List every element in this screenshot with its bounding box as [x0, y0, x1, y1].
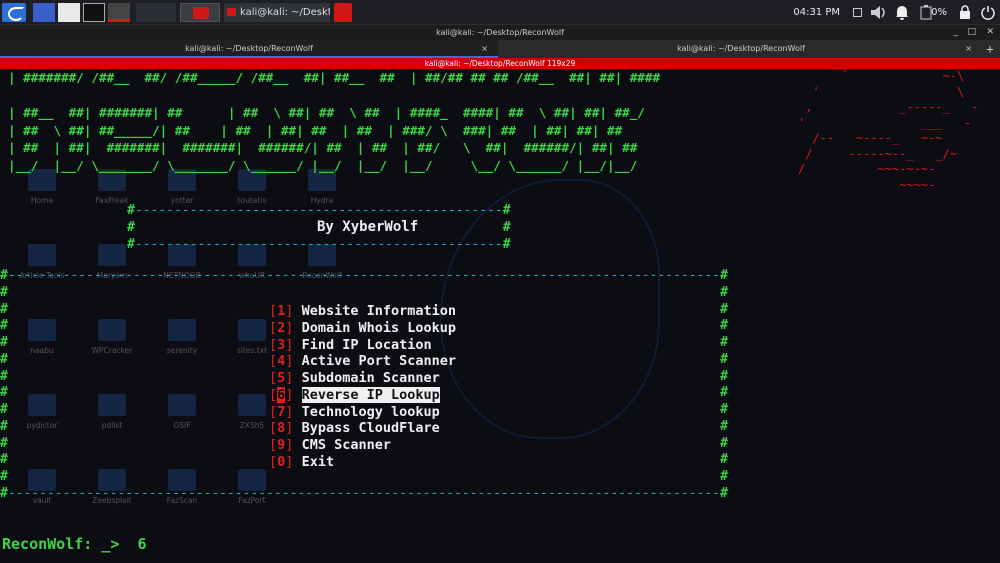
reconwolf-ascii-banner: | #######/ /##__ ##/ /##_____/ /##__ ##|… — [8, 70, 661, 173]
tab-2[interactable]: kali@kali: ~/Desktop/ReconWolf × — [500, 40, 982, 58]
show-desktop-icon[interactable] — [33, 3, 55, 22]
maximize-button[interactable]: □ — [967, 25, 976, 40]
menu-box-side: # # — [0, 284, 728, 300]
tab-1[interactable]: kali@kali: ~/Desktop/ReconWolf × — [0, 40, 498, 58]
new-tab-button[interactable]: + — [982, 40, 998, 58]
menu-item-number: [5] — [269, 370, 294, 386]
menu-item-number: [3] — [269, 336, 294, 353]
command-prompt[interactable]: ReconWolf: _> 6 — [2, 535, 147, 553]
menu-item-number: [9] — [269, 437, 294, 453]
menu-item-subdomain-scanner[interactable]: [5] Subdomain Scanner — [269, 370, 456, 387]
menu-item-number: [6] — [269, 386, 294, 403]
menu-item-label: CMS Scanner — [301, 437, 391, 453]
menu-item-website-information[interactable]: [1] Website Information — [269, 303, 456, 320]
menu-item-technology-lookup[interactable]: [7] Technology lookup — [269, 404, 456, 421]
lock-screen-icon[interactable] — [958, 5, 972, 20]
folder-icon — [28, 244, 56, 266]
menu-box-side: # # — [0, 469, 728, 484]
tab-label: kali@kali: ~/Desktop/ReconWolf — [185, 44, 313, 53]
desktop-icon-label: Home — [30, 196, 54, 205]
desktop-icon-faxfreak[interactable]: FaxFreak — [82, 169, 142, 205]
kali-menu-icon[interactable] — [2, 3, 26, 22]
window-list-icon[interactable] — [853, 8, 862, 17]
menu-item-label: Bypass CloudFlare — [301, 420, 440, 437]
menu-box-bottom: #---------------------------------------… — [0, 485, 728, 501]
desktop-icon-yotter[interactable]: yotter — [152, 169, 212, 205]
power-icon[interactable] — [981, 5, 995, 20]
menu-item-domain-whois-lookup[interactable]: [2] Domain Whois Lookup — [269, 320, 456, 337]
tab-close-icon[interactable]: × — [481, 40, 488, 58]
menu-item-label: Domain Whois Lookup — [301, 319, 456, 336]
menu-item-number: [1] — [269, 303, 294, 319]
folder-icon — [98, 244, 126, 266]
desktop-icon-label: FaxFreak — [95, 196, 129, 205]
menu-item-number: [8] — [269, 420, 294, 437]
menu-item-label: Find IP Location — [301, 336, 432, 353]
desktop-icon-toutatis[interactable]: toutatis — [222, 169, 282, 205]
desktop-icon-home[interactable]: Home — [12, 169, 72, 205]
tab-close-icon[interactable]: × — [965, 40, 972, 58]
wolf-ascii-art: ¯ ~-\ ' \ , _-----_ - ' ___ - /-- ~----_… — [798, 69, 979, 192]
workspace-2[interactable] — [180, 3, 220, 22]
window-thumbnail-icon — [193, 7, 209, 19]
menu-item-label: Active Port Scanner — [301, 353, 456, 370]
prompt-input[interactable]: 6 — [137, 535, 146, 553]
tab-bar: kali@kali: ~/Desktop/ReconWolf × kali@ka… — [0, 40, 1000, 58]
file-manager-icon[interactable] — [58, 3, 80, 22]
workspace-1[interactable] — [136, 3, 176, 22]
top-panel: kali@kali: ~/Desktop/Re... 04:31 PM 0% — [0, 0, 1000, 25]
menu-item-label: Subdomain Scanner — [301, 370, 440, 386]
menu-item-number: [0] — [269, 453, 294, 470]
taskbar-app-icon[interactable] — [334, 3, 352, 22]
clock[interactable]: 04:31 PM — [793, 0, 840, 25]
author-credit: By XyberWolf — [317, 219, 419, 235]
screen-recorder-icon[interactable] — [108, 3, 130, 22]
menu-item-cms-scanner[interactable]: [9] CMS Scanner — [269, 437, 456, 454]
menu-item-number: [2] — [269, 319, 294, 336]
close-button[interactable]: ✕ — [986, 25, 994, 40]
menu-item-number: [7] — [269, 403, 294, 420]
menu-item-bypass-cloudflare[interactable]: [8] Bypass CloudFlare — [269, 420, 456, 437]
terminal-launcher-icon[interactable] — [83, 3, 105, 22]
menu-item-label: Website Information — [301, 303, 456, 319]
main-menu: [1] Website Information [2] Domain Whois … — [269, 303, 456, 471]
minimize-button[interactable]: _ — [954, 25, 959, 40]
taskbar-terminal-task[interactable]: kali@kali: ~/Desktop/Re... — [224, 3, 330, 22]
menu-item-label: Technology lookup — [301, 403, 440, 420]
volume-icon[interactable] — [870, 5, 888, 20]
desktop-icon-hydra[interactable]: Hydra — [292, 169, 352, 205]
window-titlebar[interactable]: kali@kali: ~/Desktop/ReconWolf _ □ ✕ — [0, 25, 1000, 40]
tab-label: kali@kali: ~/Desktop/ReconWolf — [677, 44, 805, 53]
battery-percent: 0% — [931, 7, 947, 18]
prompt-text: ReconWolf: _> — [2, 535, 120, 553]
menu-item-find-ip-location[interactable]: [3] Find IP Location — [269, 337, 456, 354]
menu-item-label: Reverse IP Lookup — [301, 386, 440, 403]
menu-item-label: Exit — [301, 453, 335, 470]
terminal-view[interactable]: Home FaxFreak yotter toutatis Hydra Article T… — [0, 69, 1000, 563]
menu-item-exit[interactable]: [0] Exit — [269, 454, 456, 471]
window-title: kali@kali: ~/Desktop/ReconWolf — [436, 28, 564, 37]
terminal-title-bar: kali@kali: ~/Desktop/ReconWolf 119x29 — [0, 58, 1000, 69]
menu-item-reverse-ip-lookup[interactable]: [6] Reverse IP Lookup — [269, 386, 456, 404]
notifications-icon[interactable] — [894, 5, 910, 20]
menu-box-top: #---------------------------------------… — [0, 268, 728, 283]
menu-item-number: [4] — [269, 353, 294, 370]
menu-item-active-port-scanner[interactable]: [4] Active Port Scanner — [269, 353, 456, 370]
